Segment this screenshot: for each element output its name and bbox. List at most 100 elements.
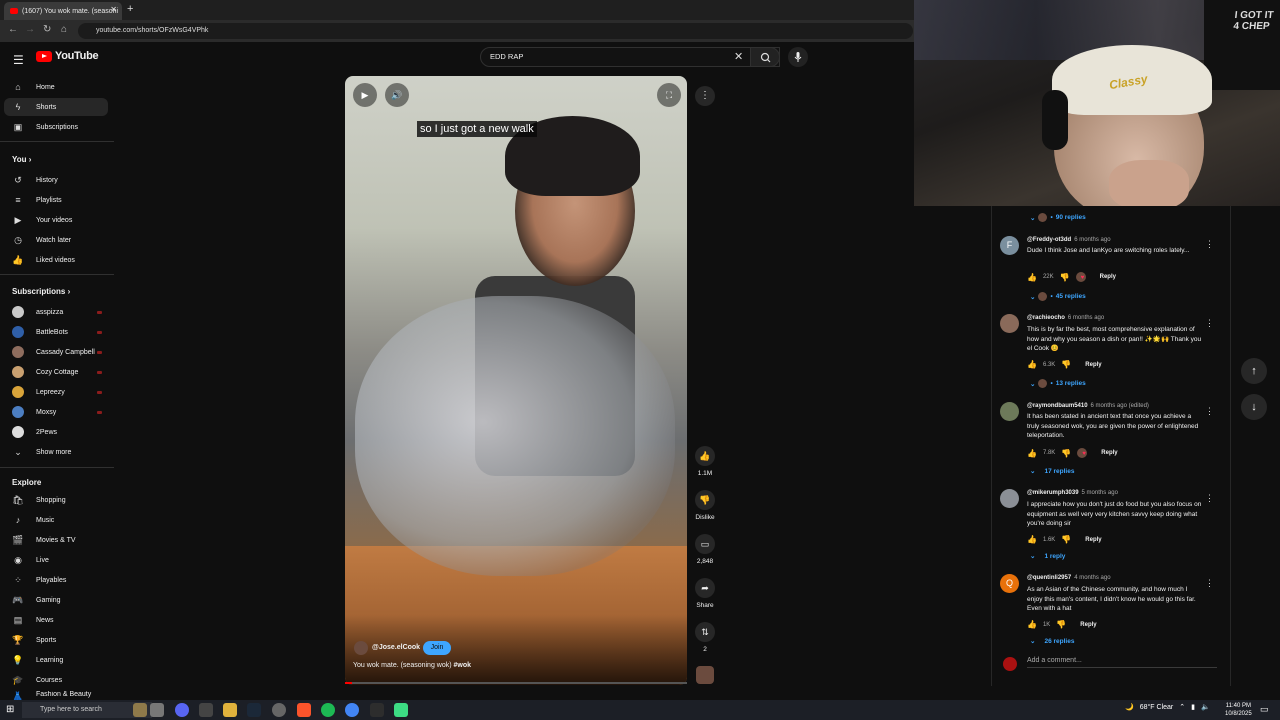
like-button[interactable]: 👍 1.1M [693, 446, 717, 477]
join-button[interactable]: Join [423, 641, 451, 655]
taskbar-app-icon[interactable] [199, 703, 213, 717]
steam-icon[interactable] [247, 703, 261, 717]
commenter-avatar[interactable]: Q [1000, 574, 1019, 593]
close-tab-icon[interactable]: ✕ [110, 5, 117, 14]
clock[interactable]: 11:40 PM 10/8/2025 [1225, 702, 1252, 718]
terminal-icon[interactable] [370, 703, 384, 717]
sidebar-item-news[interactable]: ▤ News [4, 611, 108, 629]
home-page-icon[interactable]: ⌂ [61, 24, 67, 35]
sidebar-item-liked-videos[interactable]: 👍 Liked videos [4, 251, 108, 269]
sidebar-item-fashion[interactable]: 👗 Fashion & Beauty [4, 691, 108, 700]
clear-search-icon[interactable]: ✕ [734, 50, 743, 63]
more-options-button[interactable]: ⋮ [695, 86, 715, 106]
sidebar-item-shorts[interactable]: ϟ Shorts [4, 98, 108, 116]
channel-name[interactable]: @Jose.elCook [372, 644, 420, 651]
thumbs-up-icon[interactable]: 👍 [1027, 535, 1037, 544]
network-icon[interactable]: ▮ [1191, 703, 1195, 711]
menu-icon[interactable]: ☰ [13, 53, 24, 67]
forward-icon[interactable]: → [25, 24, 35, 35]
sidebar-channel[interactable]: asspizza [4, 303, 108, 321]
sidebar-channel[interactable]: Cassady Campbell [4, 343, 108, 361]
subscriptions-heading[interactable]: Subscriptions › [12, 287, 70, 296]
sidebar-item-live[interactable]: ◉ Live [4, 551, 108, 569]
previous-short-button[interactable]: ↑ [1241, 358, 1267, 384]
spotify-icon[interactable] [321, 703, 335, 717]
sidebar-item-playlists[interactable]: ≡ Playlists [4, 191, 108, 209]
sidebar-item-sports[interactable]: 🏆 Sports [4, 631, 108, 649]
you-heading[interactable]: You › [12, 155, 31, 164]
volume-button[interactable]: 🔊 [385, 83, 409, 107]
chevron-up-icon[interactable]: ⌃ [1179, 703, 1185, 711]
next-short-button[interactable]: ↓ [1241, 394, 1267, 420]
view-replies-button[interactable]: ⌄ 1 reply [1030, 552, 1065, 561]
sidebar-item-gaming[interactable]: 🎮 Gaming [4, 591, 108, 609]
comment-author[interactable]: @rachieocho 6 months ago [1027, 315, 1104, 321]
sidebar-item-history[interactable]: ↺ History [4, 171, 108, 189]
reply-button[interactable]: Reply [1085, 537, 1101, 543]
settings-icon[interactable] [272, 703, 286, 717]
commenter-avatar[interactable] [1000, 314, 1019, 333]
view-replies-button[interactable]: ⌄ • 13 replies [1030, 379, 1086, 388]
sidebar-channel[interactable]: BattleBots [4, 323, 108, 341]
comment-author[interactable]: @quentinli2957 4 months ago [1027, 575, 1111, 581]
file-explorer-icon[interactable] [223, 703, 237, 717]
reload-icon[interactable]: ↻ [43, 24, 51, 35]
fullscreen-button[interactable]: ⛶ [657, 83, 681, 107]
sidebar-channel[interactable]: Moxsy [4, 403, 108, 421]
thumbs-up-icon[interactable]: 👍 [1027, 273, 1037, 282]
thumbs-up-icon[interactable]: 👍 [1027, 620, 1037, 629]
discord-icon[interactable] [175, 703, 189, 717]
sidebar-item-courses[interactable]: 🎓 Courses [4, 671, 108, 689]
comment-more-icon[interactable]: ⋮ [1205, 239, 1214, 250]
comment-more-icon[interactable]: ⋮ [1205, 406, 1214, 417]
view-replies-button[interactable]: ⌄ • 45 replies [1030, 292, 1086, 301]
sidebar-item-music[interactable]: ♪ Music [4, 511, 108, 529]
thumbs-up-icon[interactable]: 👍 [1027, 360, 1037, 369]
view-replies-button[interactable]: ⌄ 26 replies [1030, 637, 1074, 646]
reply-button[interactable]: Reply [1085, 362, 1101, 368]
comment-more-icon[interactable]: ⋮ [1205, 578, 1214, 589]
chrome-icon[interactable] [345, 703, 359, 717]
commenter-avatar[interactable]: F [1000, 236, 1019, 255]
share-button[interactable]: ➦ Share [693, 578, 717, 609]
reply-button[interactable]: Reply [1080, 622, 1096, 628]
comment-author[interactable]: @Freddy-ot3dd 6 months ago [1027, 237, 1111, 243]
thumbs-down-icon[interactable]: 👎 [1061, 360, 1071, 369]
thumbs-up-icon[interactable]: 👍 [1027, 449, 1037, 458]
channel-avatar[interactable] [354, 641, 368, 655]
video-progress-bar[interactable] [345, 682, 687, 684]
sidebar-item-subscriptions[interactable]: ▣ Subscriptions [4, 118, 108, 136]
add-comment-input[interactable]: Add a comment... [1027, 657, 1217, 668]
brave-icon[interactable] [297, 703, 311, 717]
sidebar-channel[interactable]: 2Pews [4, 423, 108, 441]
taskbar-app-icon[interactable] [394, 703, 408, 717]
comments-button[interactable]: ▭ 2,848 [693, 534, 717, 565]
thumbs-down-icon[interactable]: 👎 [1061, 535, 1071, 544]
comment-more-icon[interactable]: ⋮ [1205, 493, 1214, 504]
shorts-video-player[interactable] [345, 76, 687, 685]
new-tab-icon[interactable]: + [127, 3, 133, 15]
comment-author[interactable]: @mikerumph3039 5 months ago [1027, 490, 1118, 496]
show-more-button[interactable]: ⌄ Show more [4, 443, 108, 461]
sidebar-channel[interactable]: Lepreezy [4, 383, 108, 401]
sound-thumbnail[interactable] [696, 666, 714, 684]
comment-author[interactable]: @raymondbaum5410 6 months ago (edited) [1027, 403, 1149, 409]
comment-more-icon[interactable]: ⋮ [1205, 318, 1214, 329]
taskbar-app-icon[interactable] [150, 703, 164, 717]
sidebar-item-watch-later[interactable]: ◷ Watch later [4, 231, 108, 249]
search-button[interactable] [750, 47, 780, 67]
user-avatar[interactable] [1003, 657, 1017, 671]
thumbs-down-icon[interactable]: 👎 [1060, 273, 1070, 282]
view-replies-button[interactable]: ⌄ • 90 replies [1030, 213, 1086, 222]
taskbar-app-icon[interactable] [133, 703, 147, 717]
notifications-icon[interactable]: ▭ [1260, 704, 1269, 715]
thumbs-down-icon[interactable]: 👎 [1056, 620, 1066, 629]
commenter-avatar[interactable] [1000, 489, 1019, 508]
dislike-button[interactable]: 👎 Dislike [693, 490, 717, 521]
volume-icon[interactable]: 🔈 [1201, 703, 1210, 711]
play-button[interactable]: ▶ [353, 83, 377, 107]
url-field[interactable]: youtube.com/shorts/OFzWsG4VPhk [78, 23, 913, 39]
sidebar-channel[interactable]: Cozy Cottage [4, 363, 108, 381]
sidebar-item-home[interactable]: ⌂ Home [4, 78, 108, 96]
back-icon[interactable]: ← [8, 24, 18, 35]
